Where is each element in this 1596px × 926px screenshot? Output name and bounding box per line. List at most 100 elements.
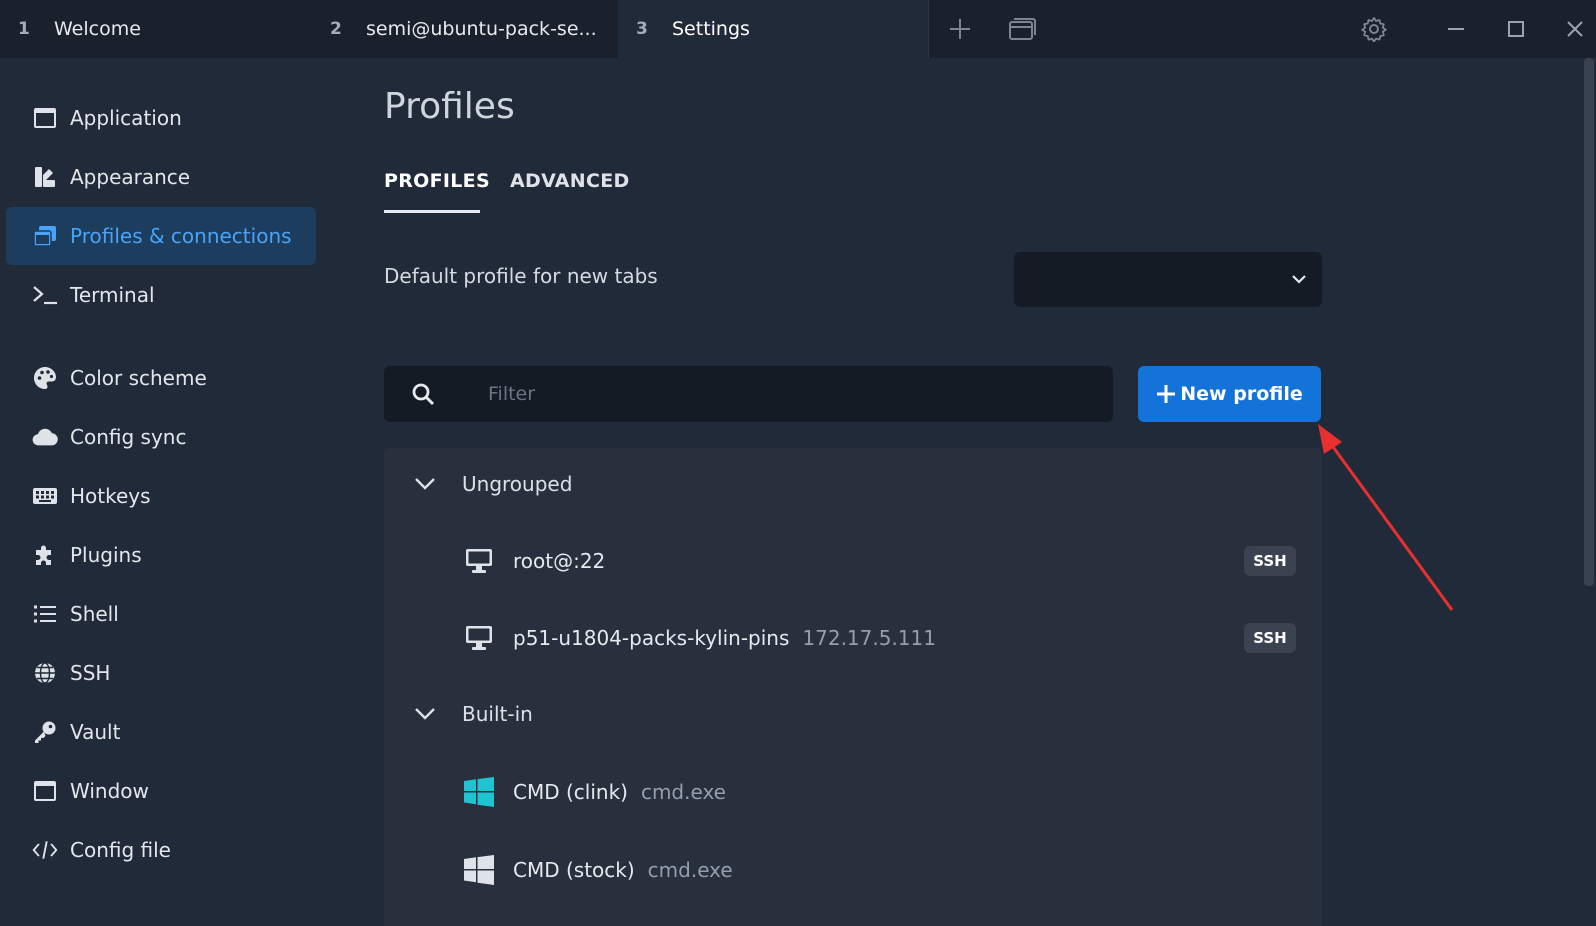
gear-icon: [1361, 17, 1387, 42]
cloud-icon: [32, 424, 58, 450]
chevron-down-icon: [1292, 275, 1306, 284]
profile-description: 172.17.5.111: [802, 626, 936, 650]
profile-description: cmd.exe: [647, 858, 733, 882]
profiles-list: Ungrouped root@:22 SSH p51-u1804-packs-k…: [384, 448, 1322, 926]
window-icon: [32, 105, 58, 131]
sidebar-item-terminal[interactable]: Terminal: [6, 266, 316, 324]
terminal-prompt-icon: [32, 282, 58, 308]
windows-logo-icon: [462, 853, 496, 887]
profile-name: CMD (clink): [513, 780, 628, 804]
maximize-icon: [1508, 21, 1524, 37]
sidebar-item-profiles-connections[interactable]: Profiles & connections: [6, 207, 316, 265]
group-name: Ungrouped: [462, 472, 573, 496]
tab-advanced[interactable]: ADVANCED: [510, 170, 630, 192]
paint-swatch-icon: [32, 164, 58, 190]
monitor-icon: [462, 621, 496, 655]
profile-row[interactable]: root@:22 SSH: [384, 529, 1322, 593]
sidebar-item-label: Window: [70, 779, 149, 803]
annotation-arrow: [1318, 424, 1454, 611]
sidebar-item-label: Application: [70, 106, 182, 130]
profile-type-badge: SSH: [1244, 623, 1296, 653]
sidebar-item-config-file[interactable]: Config file: [6, 821, 316, 879]
default-profile-select[interactable]: [1014, 252, 1322, 307]
puzzle-piece-icon: [32, 542, 58, 568]
new-profile-label: New profile: [1180, 383, 1303, 405]
tab-number: 2: [330, 19, 342, 39]
new-profile-button[interactable]: New profile: [1138, 366, 1321, 422]
close-icon: [1567, 21, 1583, 37]
sidebar-item-label: SSH: [70, 661, 111, 685]
filter-input[interactable]: [486, 382, 1050, 406]
sidebar-item-label: Plugins: [70, 543, 142, 567]
group-header-ungrouped[interactable]: Ungrouped: [384, 454, 1322, 514]
profiles-menu-button[interactable]: [1002, 0, 1042, 58]
maximize-button[interactable]: [1494, 0, 1538, 58]
tab-label: Welcome: [54, 18, 141, 40]
sidebar-item-label: Color scheme: [70, 366, 207, 390]
profile-name: p51-u1804-packs-kylin-pins: [513, 626, 790, 650]
minimize-button[interactable]: [1434, 0, 1478, 58]
sidebar-item-label: Profiles & connections: [70, 224, 292, 248]
active-tab-indicator: [384, 210, 480, 213]
sidebar-item-label: Hotkeys: [70, 484, 151, 508]
tab-settings[interactable]: 3 Settings: [618, 0, 928, 58]
sidebar-item-config-sync[interactable]: Config sync: [6, 408, 316, 466]
chevron-down-icon: [414, 477, 444, 491]
list-icon: [32, 601, 58, 627]
sidebar-item-shell[interactable]: Shell: [6, 585, 316, 643]
profile-row[interactable]: CMD (stock) cmd.exe: [384, 838, 1322, 902]
title-bar: 1 Welcome 2 semi@ubuntu-pack-se... 3 Set…: [0, 0, 1596, 58]
default-profile-label: Default profile for new tabs: [384, 264, 658, 288]
profile-description: cmd.exe: [640, 780, 726, 804]
tab-label: Settings: [672, 18, 750, 40]
sidebar-item-label: Config file: [70, 838, 171, 862]
keyboard-icon: [32, 483, 58, 509]
sidebar-item-plugins[interactable]: Plugins: [6, 526, 316, 584]
tab-divider: [928, 0, 929, 58]
window-icon: [32, 778, 58, 804]
group-header-built-in[interactable]: Built-in: [384, 684, 1322, 744]
sidebar-item-vault[interactable]: Vault: [6, 703, 316, 761]
scrollbar[interactable]: [1584, 58, 1594, 586]
windows-logo-icon: [462, 775, 496, 809]
globe-icon: [32, 660, 58, 686]
palette-icon: [32, 365, 58, 391]
tab-number: 3: [636, 19, 648, 39]
sidebar-item-label: Shell: [70, 602, 119, 626]
key-icon: [32, 719, 58, 745]
settings-sidebar: Application Appearance Profiles & connec…: [0, 58, 340, 926]
settings-button[interactable]: [1352, 0, 1396, 58]
sidebar-item-label: Config sync: [70, 425, 187, 449]
tab-ssh-session[interactable]: 2 semi@ubuntu-pack-se...: [312, 0, 618, 58]
plus-icon: [950, 19, 970, 39]
tab-welcome[interactable]: 1 Welcome: [0, 0, 312, 58]
sidebar-item-appearance[interactable]: Appearance: [6, 148, 316, 206]
close-button[interactable]: [1554, 0, 1596, 58]
window-stack-icon: [32, 223, 58, 249]
tab-number: 1: [18, 19, 30, 39]
sidebar-item-label: Vault: [70, 720, 121, 744]
profile-name: root@:22: [513, 549, 606, 573]
profile-name: CMD (stock): [513, 858, 635, 882]
profile-row[interactable]: p51-u1804-packs-kylin-pins 172.17.5.111 …: [384, 606, 1322, 670]
tab-profiles[interactable]: PROFILES: [384, 170, 490, 192]
sidebar-item-window[interactable]: Window: [6, 762, 316, 820]
page-title: Profiles: [384, 86, 515, 127]
plus-icon: [1157, 385, 1176, 403]
sidebar-item-label: Terminal: [70, 283, 155, 307]
sidebar-item-ssh[interactable]: SSH: [6, 644, 316, 702]
sidebar-item-hotkeys[interactable]: Hotkeys: [6, 467, 316, 525]
sidebar-item-color-scheme[interactable]: Color scheme: [6, 349, 316, 407]
group-name: Built-in: [462, 702, 533, 726]
new-tab-button[interactable]: [940, 0, 980, 58]
code-icon: [32, 837, 58, 863]
window-stack-icon: [1009, 18, 1036, 40]
search-icon: [411, 382, 441, 406]
chevron-down-icon: [414, 707, 444, 721]
sidebar-item-application[interactable]: Application: [6, 89, 316, 147]
profile-row[interactable]: CMD (clink) cmd.exe: [384, 760, 1322, 824]
filter-box: [384, 366, 1113, 422]
monitor-icon: [462, 544, 496, 578]
sidebar-item-label: Appearance: [70, 165, 191, 189]
minimize-icon: [1448, 28, 1464, 30]
